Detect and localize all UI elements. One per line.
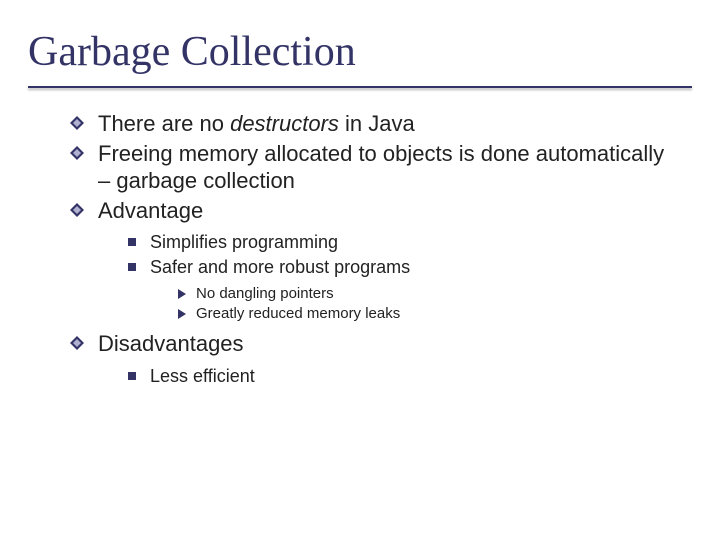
bullet-3-sub-2-a: No dangling pointers [178,284,680,304]
bullet-3-sub-2-b-text: Greatly reduced memory leaks [196,305,400,322]
bullet-1: There are no destructors in Java [70,110,680,138]
diamond-icon [70,336,84,350]
bullet-3-sub-1-text: Simplifies programming [150,232,338,252]
bullet-1-text-em: destructors [230,111,339,136]
bullet-3-sub-2: Safer and more robust programs No dangli… [128,255,680,324]
bullet-4-sub-1-text: Less efficient [150,366,255,386]
diamond-icon [70,116,84,130]
triangle-icon [178,289,186,299]
bullet-1-text-pre: There are no [98,111,230,136]
square-icon [128,263,136,271]
bullet-3-sub-2-text: Safer and more robust programs [150,257,410,277]
bullet-4: Disadvantages Less efficient [70,330,680,388]
diamond-icon [70,203,84,217]
bullet-3-sub-1: Simplifies programming [128,230,680,254]
bullet-2: Freeing memory allocated to objects is d… [70,140,680,195]
triangle-icon [178,309,186,319]
square-icon [128,238,136,246]
bullet-1-text-post: in Java [339,111,415,136]
bullet-3-sub-2-b: Greatly reduced memory leaks [178,304,680,324]
bullet-4-text: Disadvantages [98,331,244,356]
diamond-icon [70,146,84,160]
bullet-4-sub-1: Less efficient [128,364,680,388]
bullet-3: Advantage Simplifies programming Safer a… [70,197,680,325]
bullet-3-text: Advantage [98,198,203,223]
slide-body: There are no destructors in Java Freeing… [0,88,720,388]
slide-title: Garbage Collection [28,28,700,76]
square-icon [128,372,136,380]
bullet-3-sub-2-a-text: No dangling pointers [196,285,334,302]
bullet-2-text: Freeing memory allocated to objects is d… [98,141,664,194]
